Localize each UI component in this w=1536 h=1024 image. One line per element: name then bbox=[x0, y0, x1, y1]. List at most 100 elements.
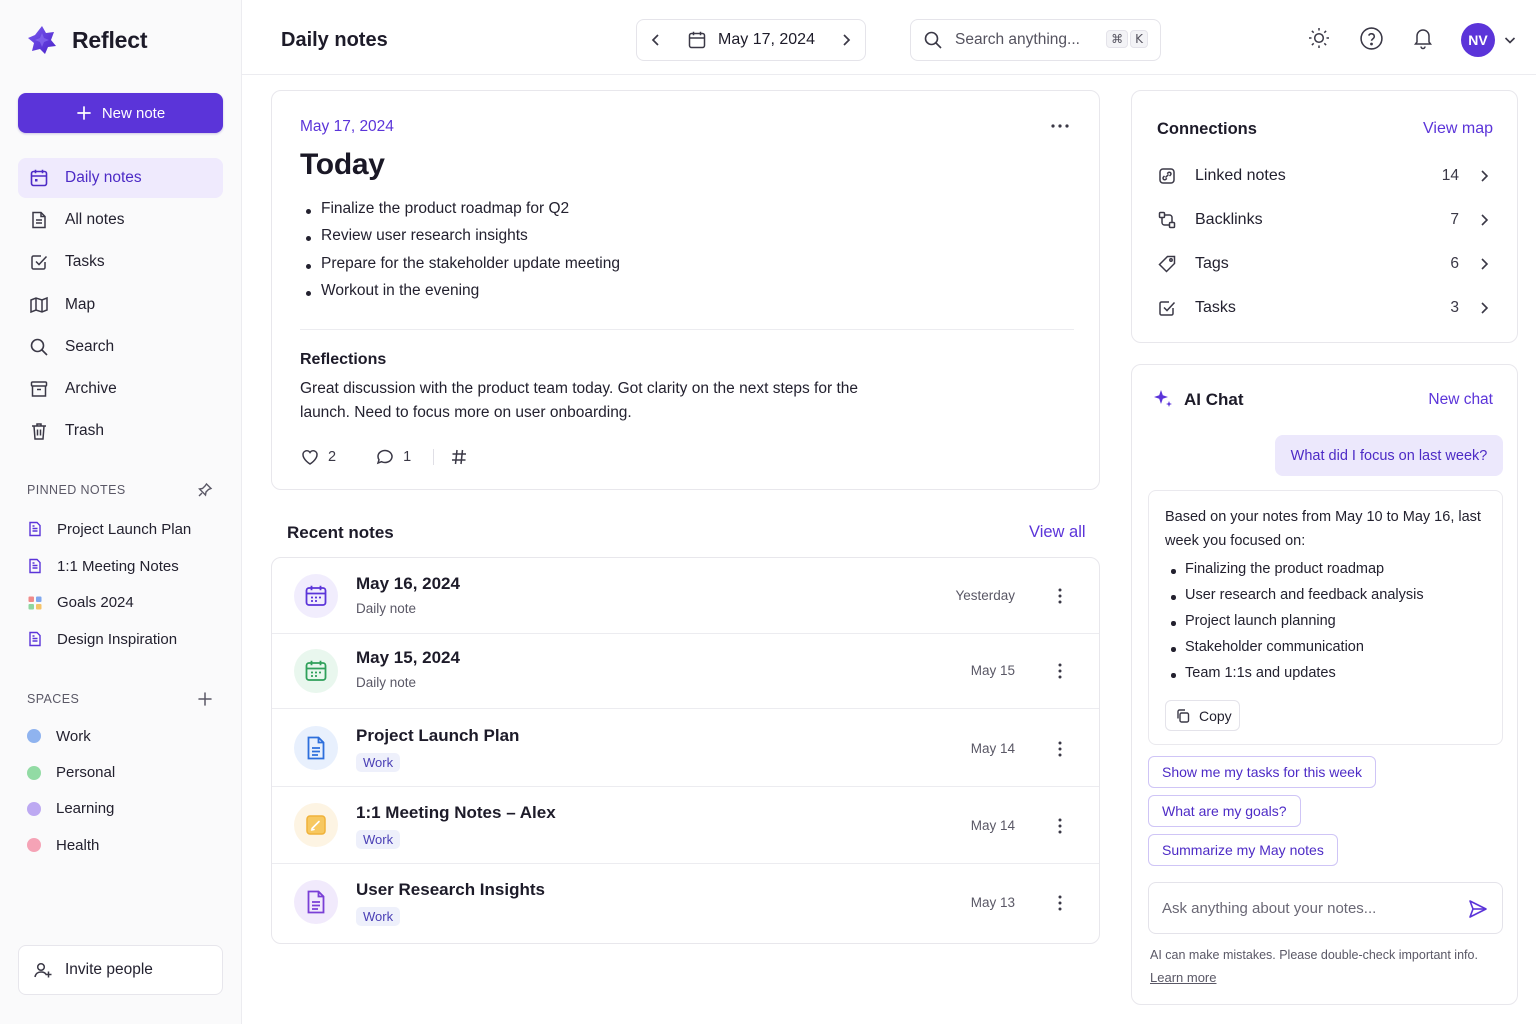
hashtag-icon[interactable] bbox=[450, 448, 468, 466]
connection-tasks[interactable]: Tasks 3 bbox=[1157, 293, 1497, 323]
note-bullet[interactable]: Review user research insights bbox=[306, 227, 620, 254]
learn-more-link[interactable]: Learn more bbox=[1150, 970, 1216, 985]
like-button[interactable]: 2 bbox=[300, 447, 336, 467]
brand[interactable]: Reflect bbox=[26, 24, 147, 56]
space-label: Health bbox=[56, 836, 100, 854]
pinned-note-project-launch-plan[interactable]: Project Launch Plan bbox=[27, 511, 227, 548]
reflections-text[interactable]: Great discussion with the product team t… bbox=[300, 377, 860, 425]
connections-heading: Connections bbox=[1157, 120, 1257, 138]
sidebar-item-trash[interactable]: Trash bbox=[18, 411, 223, 451]
copy-button[interactable]: Copy bbox=[1165, 700, 1240, 731]
sidebar-item-daily-notes[interactable]: Daily notes bbox=[18, 158, 223, 198]
suggestion-chip[interactable]: Show me my tasks for this week bbox=[1148, 756, 1376, 788]
sidebar-item-all-notes[interactable]: All notes bbox=[18, 200, 223, 240]
chevron-right-icon bbox=[1477, 257, 1491, 271]
add-space-icon[interactable] bbox=[197, 691, 213, 707]
date-picker[interactable]: May 17, 2024 bbox=[675, 30, 827, 50]
connection-backlinks[interactable]: Backlinks 7 bbox=[1157, 205, 1497, 235]
more-vertical-icon[interactable] bbox=[1054, 586, 1066, 606]
new-note-button[interactable]: New note bbox=[18, 93, 223, 133]
recent-note-row[interactable]: 1:1 Meeting Notes – Alex Work May 14 bbox=[272, 787, 1099, 864]
send-icon[interactable] bbox=[1467, 898, 1489, 920]
divider bbox=[300, 329, 1074, 330]
comment-button[interactable]: 1 bbox=[375, 447, 411, 467]
connection-tags[interactable]: Tags 6 bbox=[1157, 249, 1497, 279]
pinned-note-label: 1:1 Meeting Notes bbox=[57, 557, 179, 575]
sidebar-item-map[interactable]: Map bbox=[18, 285, 223, 325]
archive-icon bbox=[29, 379, 49, 399]
sidebar-item-label: Archive bbox=[65, 379, 117, 397]
search-input[interactable]: Search anything... ⌘ K bbox=[910, 19, 1161, 61]
check-square-icon bbox=[1157, 298, 1177, 318]
plus-icon bbox=[76, 105, 92, 121]
pinned-note-label: Goals 2024 bbox=[57, 594, 134, 612]
suggestion-chip[interactable]: Summarize my May notes bbox=[1148, 834, 1338, 866]
more-horizontal-icon[interactable] bbox=[1049, 115, 1071, 137]
connection-linked-notes[interactable]: Linked notes 14 bbox=[1157, 161, 1497, 191]
recent-note-row[interactable]: May 15, 2024 Daily note May 15 bbox=[272, 634, 1099, 709]
spaces-list: Work Personal Learning Health bbox=[27, 718, 227, 864]
recent-note-date: Yesterday bbox=[955, 588, 1015, 603]
ai-chat-input[interactable]: Ask anything about your notes... bbox=[1148, 882, 1503, 934]
sidebar-item-tasks[interactable]: Tasks bbox=[18, 242, 223, 282]
more-vertical-icon[interactable] bbox=[1054, 893, 1066, 913]
pinned-note-goals-2024[interactable]: Goals 2024 bbox=[27, 584, 227, 621]
map-icon bbox=[29, 295, 49, 315]
recent-note-row[interactable]: User Research Insights Work May 13 bbox=[272, 864, 1099, 943]
date-navigator: May 17, 2024 bbox=[636, 19, 866, 61]
new-chat-button[interactable]: New chat bbox=[1428, 391, 1493, 409]
current-date: May 17, 2024 bbox=[718, 31, 815, 48]
recent-note-row[interactable]: Project Launch Plan Work May 14 bbox=[272, 709, 1099, 787]
heart-icon bbox=[300, 447, 320, 467]
sidebar-item-search[interactable]: Search bbox=[18, 327, 223, 367]
space-health[interactable]: Health bbox=[27, 827, 227, 863]
view-map-link[interactable]: View map bbox=[1423, 120, 1493, 138]
ai-response-point: Finalizing the product roadmap bbox=[1171, 561, 1424, 587]
note-bullet[interactable]: Workout in the evening bbox=[306, 282, 620, 309]
space-tag[interactable]: Work bbox=[356, 830, 401, 849]
pinned-note-meeting-notes[interactable]: 1:1 Meeting Notes bbox=[27, 548, 227, 585]
document-icon bbox=[27, 631, 43, 647]
shortcut-cmd-key: ⌘ bbox=[1106, 30, 1129, 48]
note-bullet[interactable]: Prepare for the stakeholder update meeti… bbox=[306, 255, 620, 282]
space-work[interactable]: Work bbox=[27, 718, 227, 754]
chevron-down-icon[interactable] bbox=[1503, 33, 1517, 47]
space-tag[interactable]: Work bbox=[356, 907, 401, 926]
ai-response-point: Team 1:1s and updates bbox=[1171, 665, 1424, 691]
top-header: Daily notes May 17, 2024 Search anything… bbox=[242, 0, 1536, 75]
recent-note-date: May 14 bbox=[970, 741, 1015, 756]
help-icon[interactable] bbox=[1359, 26, 1384, 51]
theme-toggle-icon[interactable] bbox=[1307, 26, 1331, 50]
avatar[interactable]: NV bbox=[1461, 23, 1495, 57]
recent-note-row[interactable]: May 16, 2024 Daily note Yesterday bbox=[272, 558, 1099, 634]
pinned-note-design-inspiration[interactable]: Design Inspiration bbox=[27, 621, 227, 658]
invite-people-button[interactable]: Invite people bbox=[18, 945, 223, 995]
sidebar-item-archive[interactable]: Archive bbox=[18, 369, 223, 409]
sparkle-icon bbox=[1152, 388, 1174, 410]
connection-label: Tags bbox=[1195, 255, 1229, 272]
spaces-heading: SPACES bbox=[27, 692, 80, 706]
calendar-icon bbox=[29, 168, 49, 188]
space-label: Work bbox=[56, 727, 91, 745]
more-vertical-icon[interactable] bbox=[1054, 816, 1066, 836]
comment-icon bbox=[375, 447, 395, 467]
space-learning[interactable]: Learning bbox=[27, 791, 227, 827]
next-day-button[interactable] bbox=[827, 20, 865, 60]
connection-label: Linked notes bbox=[1195, 167, 1286, 184]
view-all-link[interactable]: View all bbox=[1029, 523, 1086, 542]
ai-response-intro: Based on your notes from May 10 to May 1… bbox=[1165, 509, 1481, 549]
reaction-separator bbox=[433, 449, 435, 465]
backlinks-icon bbox=[1157, 210, 1177, 230]
more-vertical-icon[interactable] bbox=[1054, 661, 1066, 681]
bell-icon[interactable] bbox=[1411, 26, 1435, 50]
connection-count: 6 bbox=[1450, 255, 1459, 272]
document-icon bbox=[294, 726, 338, 770]
space-personal[interactable]: Personal bbox=[27, 754, 227, 790]
space-tag[interactable]: Work bbox=[356, 753, 401, 772]
pin-icon[interactable] bbox=[197, 482, 213, 498]
note-bullet[interactable]: Finalize the product roadmap for Q2 bbox=[306, 200, 620, 227]
sidebar-nav: Daily notes All notes Tasks Map Search A… bbox=[18, 158, 223, 453]
suggestion-chip[interactable]: What are my goals? bbox=[1148, 795, 1301, 827]
previous-day-button[interactable] bbox=[637, 20, 675, 60]
more-vertical-icon[interactable] bbox=[1054, 739, 1066, 759]
